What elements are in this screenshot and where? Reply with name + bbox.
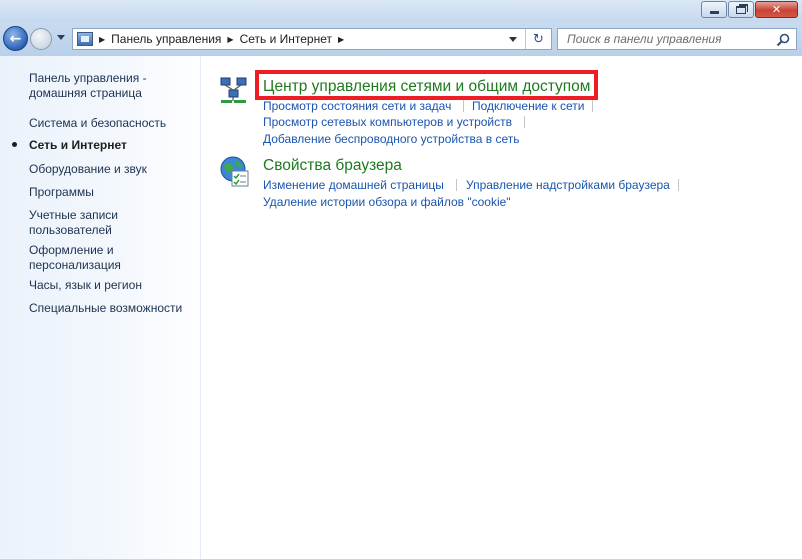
sidebar-item-network-internet[interactable]: Сеть и Интернет (29, 138, 194, 153)
view-network-computers-link[interactable]: Просмотр сетевых компьютеров и устройств (263, 115, 512, 129)
link-separator (592, 100, 593, 112)
sidebar-item-appearance[interactable]: Оформление и персонализация (29, 243, 159, 273)
network-sharing-center-link[interactable]: Центр управления сетями и общим доступом (263, 78, 590, 96)
search-input[interactable] (567, 32, 767, 46)
forward-button[interactable] (30, 28, 52, 50)
sidebar-item-system-security[interactable]: Система и безопасность (29, 116, 194, 131)
minimize-icon (709, 11, 719, 14)
sidebar: Панель управления - домашняя страница Си… (0, 56, 200, 559)
add-wireless-device-link[interactable]: Добавление беспроводного устройства в се… (263, 132, 520, 146)
current-item-bullet-icon (12, 142, 17, 147)
title-bar: ✕ (0, 0, 802, 22)
back-button[interactable]: ← (3, 26, 28, 51)
sidebar-item-user-accounts[interactable]: Учетные записи пользователей (29, 208, 139, 238)
sidebar-item-control-panel-home[interactable]: Панель управления - домашняя страница (29, 71, 194, 101)
internet-options-link[interactable]: Свойства браузера (263, 157, 402, 175)
network-center-icon (220, 77, 247, 103)
manage-add-ons-link[interactable]: Управление надстройками браузера (466, 178, 670, 192)
close-icon: ✕ (771, 3, 782, 16)
link-separator (456, 179, 457, 191)
link-separator (463, 100, 464, 112)
sidebar-item-programs[interactable]: Программы (29, 185, 194, 200)
link-separator (524, 116, 525, 128)
sidebar-item-clock-language-region[interactable]: Часы, язык и регион (29, 278, 194, 293)
maximize-button[interactable] (728, 1, 754, 18)
control-panel-icon (77, 32, 93, 46)
refresh-icon: ↻ (533, 31, 544, 47)
breadcrumb-control-panel[interactable]: Панель управления (111, 32, 221, 46)
window-controls: ✕ (701, 1, 798, 18)
breadcrumb-network-internet[interactable]: Сеть и Интернет (240, 32, 332, 46)
search-box[interactable] (557, 28, 797, 50)
search-icon[interactable] (776, 33, 790, 47)
delete-browsing-history-link[interactable]: Удаление истории обзора и файлов "cookie… (263, 195, 511, 209)
close-button[interactable]: ✕ (755, 1, 798, 18)
sidebar-item-hardware-sound[interactable]: Оборудование и звук (29, 162, 194, 177)
change-home-page-link[interactable]: Изменение домашней страницы (263, 178, 444, 192)
address-dropdown-icon[interactable] (509, 37, 517, 42)
link-separator (678, 179, 679, 191)
refresh-button[interactable]: ↻ (525, 29, 551, 49)
address-bar[interactable]: ▶ Панель управления ▶ Сеть и Интернет ▶ … (72, 28, 552, 50)
main-content: Центр управления сетями и общим доступом… (200, 56, 802, 559)
breadcrumb-separator-icon[interactable]: ▶ (227, 35, 233, 44)
connect-to-network-link[interactable]: Подключение к сети (472, 99, 584, 113)
restore-icon (736, 3, 748, 14)
internet-options-icon (220, 156, 249, 187)
sidebar-item-ease-of-access[interactable]: Специальные возможности (29, 301, 194, 316)
view-network-status-link[interactable]: Просмотр состояния сети и задач (263, 99, 451, 113)
navigation-bar: ← ▶ Панель управления ▶ Сеть и Интернет … (0, 22, 802, 56)
recent-pages-dropdown[interactable] (57, 35, 65, 40)
back-arrow-icon: ← (9, 30, 22, 47)
breadcrumb-separator-icon[interactable]: ▶ (338, 35, 344, 44)
breadcrumb-separator-icon[interactable]: ▶ (99, 35, 105, 44)
minimize-button[interactable] (701, 1, 727, 18)
